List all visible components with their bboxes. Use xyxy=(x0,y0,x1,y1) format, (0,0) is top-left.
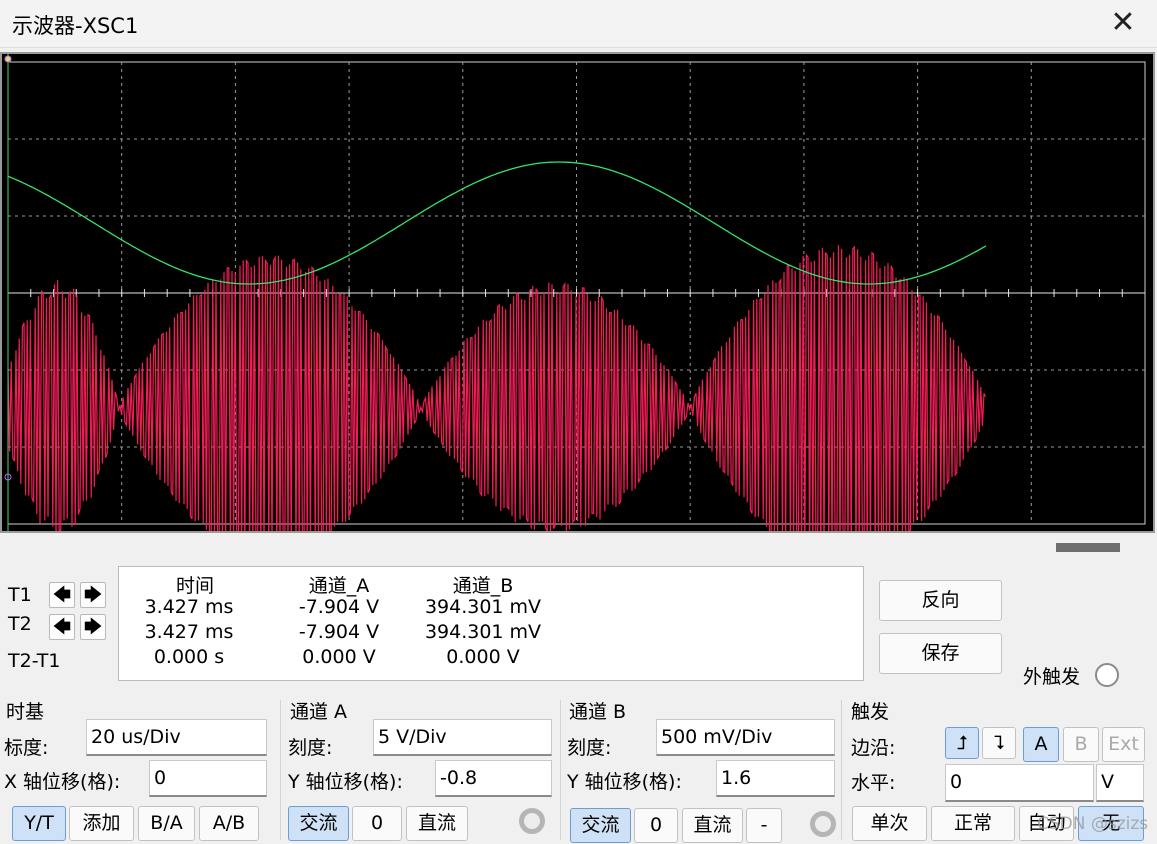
channel-b-terminal-icon xyxy=(810,811,836,837)
timebase-scale-field[interactable]: 20 us/Div xyxy=(86,719,267,756)
channel-b-ac-button[interactable]: 交流 xyxy=(570,808,631,843)
timebase-scale-label: 标度: xyxy=(4,737,49,759)
timebase-title: 时基 xyxy=(6,701,45,723)
diff-channel-b: 0.000 V xyxy=(446,646,520,668)
header-channel-b: 通道_B xyxy=(452,575,514,597)
t2-channel-a: -7.904 V xyxy=(298,621,380,643)
screen-resize-grip[interactable] xyxy=(1056,543,1120,552)
channel-a-zero-button[interactable]: 0 xyxy=(352,806,402,841)
trigger-title: 触发 xyxy=(851,701,890,723)
channel-a-scale-label: 刻度: xyxy=(288,737,333,759)
cursor-marker-top xyxy=(4,55,12,63)
header-time: 时间 xyxy=(175,575,214,597)
channel-a-title: 通道 A xyxy=(290,701,348,723)
trigger-level-label: 水平: xyxy=(851,772,896,794)
t1-channel-a: -7.904 V xyxy=(298,596,380,618)
trigger-single-button[interactable]: 单次 xyxy=(852,806,927,841)
cursor-t2-left-button[interactable]: 🡄 xyxy=(49,614,75,640)
trigger-normal-button[interactable]: 正常 xyxy=(931,806,1015,841)
scope-display xyxy=(4,54,1146,531)
external-trigger-label: 外触发 xyxy=(1023,666,1081,688)
channel-b-ypos-label: Y 轴位移(格): xyxy=(567,771,682,793)
channel-b-trace xyxy=(7,161,987,285)
channel-a-ypos-field[interactable]: -0.8 xyxy=(435,760,552,797)
mode-ba-button[interactable]: B/A xyxy=(138,806,195,841)
channel-b-negative-button[interactable]: - xyxy=(746,808,782,843)
channel-b-scale-label: 刻度: xyxy=(567,737,612,759)
cursor-t1-left-button[interactable]: 🡄 xyxy=(49,582,75,608)
cursor-t1-right-button[interactable]: 🡆 xyxy=(80,582,106,608)
cursor-diff-label: T2-T1 xyxy=(8,650,61,672)
diff-channel-a: 0.000 V xyxy=(302,646,376,668)
channel-b-scale-field[interactable]: 500 mV/Div xyxy=(656,719,835,756)
channel-b-title: 通道 B xyxy=(569,701,627,723)
divider xyxy=(280,700,281,840)
mode-yt-button[interactable]: Y/T xyxy=(12,806,66,841)
watermark: CSDN @szizs xyxy=(1037,814,1149,834)
cursor-t1-label: T1 xyxy=(8,584,32,606)
trigger-level-unit[interactable]: V xyxy=(1096,764,1144,802)
measurement-readout: 时间 通道_A 通道_B 3.427 ms -7.904 V 394.301 m… xyxy=(118,566,864,681)
channel-b-zero-button[interactable]: 0 xyxy=(634,808,678,843)
falling-edge-icon[interactable]: ⮧ xyxy=(982,727,1016,759)
close-button[interactable]: ✕ xyxy=(1101,4,1145,44)
diff-time: 0.000 s xyxy=(153,646,225,668)
title-bar: 示波器-XSC1 ✕ xyxy=(0,0,1157,48)
save-button[interactable]: 保存 xyxy=(879,633,1002,674)
t1-time: 3.427 ms xyxy=(144,596,234,618)
timebase-xpos-label: X 轴位移(格): xyxy=(4,771,121,793)
scope-screen[interactable] xyxy=(0,52,1155,533)
channel-a-scale-field[interactable]: 5 V/Div xyxy=(373,719,552,756)
channel-a-ac-button[interactable]: 交流 xyxy=(288,806,349,841)
channel-a-dc-button[interactable]: 直流 xyxy=(406,806,468,841)
mode-add-button[interactable]: 添加 xyxy=(69,806,134,841)
timebase-xpos-field[interactable]: 0 xyxy=(149,760,267,797)
channel-b-ypos-field[interactable]: 1.6 xyxy=(716,760,835,797)
cursor-t2-label: T2 xyxy=(8,613,32,635)
t2-channel-b: 394.301 mV xyxy=(424,621,542,643)
trigger-edge-label: 边沿: xyxy=(851,737,896,759)
external-trigger-radio[interactable] xyxy=(1095,663,1119,687)
channel-a-trace xyxy=(7,244,987,531)
t1-channel-b: 394.301 mV xyxy=(424,596,542,618)
header-channel-a: 通道_A xyxy=(308,575,370,597)
mode-ab-button[interactable]: A/B xyxy=(199,806,259,841)
cursor-t2-right-button[interactable]: 🡆 xyxy=(80,614,106,640)
trigger-source-ext-button[interactable]: Ext xyxy=(1102,727,1145,762)
t2-time: 3.427 ms xyxy=(144,621,234,643)
reverse-button[interactable]: 反向 xyxy=(879,580,1002,621)
trigger-source-a-button[interactable]: A xyxy=(1023,727,1059,762)
channel-b-dc-button[interactable]: 直流 xyxy=(682,808,743,843)
channel-a-terminal-icon xyxy=(519,808,545,834)
divider xyxy=(560,700,561,840)
trigger-level-field[interactable]: 0 xyxy=(945,764,1094,802)
divider xyxy=(841,700,842,840)
rising-edge-icon[interactable]: ⮥ xyxy=(945,727,979,759)
channel-a-ypos-label: Y 轴位移(格): xyxy=(288,771,403,793)
window-title: 示波器-XSC1 xyxy=(12,14,139,38)
trigger-source-b-button[interactable]: B xyxy=(1063,727,1099,762)
